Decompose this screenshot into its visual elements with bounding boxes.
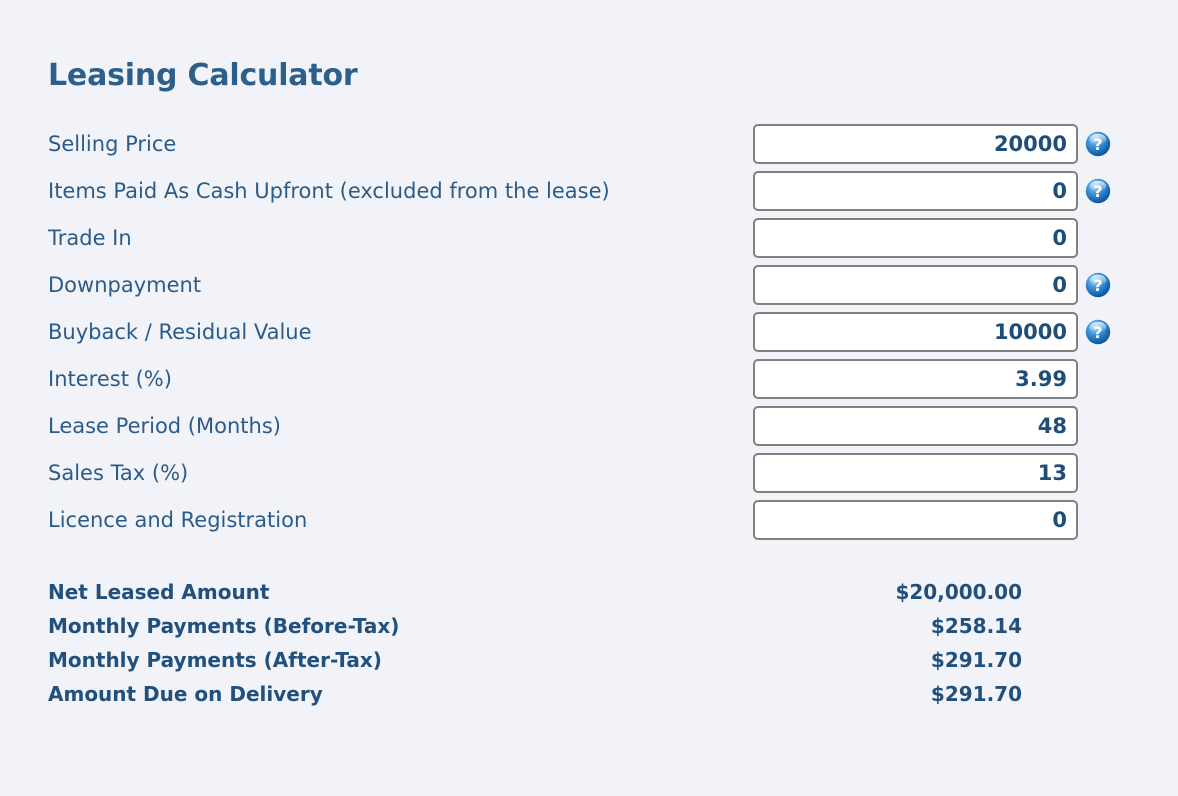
label-downpayment: Downpayment bbox=[48, 273, 202, 297]
svg-text:?: ? bbox=[1093, 276, 1102, 295]
result-row: Monthly Payments (After-Tax) $291.70 bbox=[0, 643, 1178, 677]
input-lease-period-months[interactable] bbox=[753, 406, 1078, 446]
label-licence-and-registration: Licence and Registration bbox=[48, 508, 308, 532]
result-row: Net Leased Amount $20,000.00 bbox=[0, 575, 1178, 609]
help-circle-icon[interactable]: ? bbox=[1085, 131, 1111, 157]
label-lease-period-months: Lease Period (Months) bbox=[48, 414, 281, 438]
field-wrapper: ? bbox=[753, 124, 1111, 164]
calculator-input-form: Selling Price? Items Paid As Cash Upfront… bbox=[0, 124, 1178, 547]
form-row: Interest (%) bbox=[0, 359, 1178, 406]
field-wrapper bbox=[753, 406, 1078, 446]
field-wrapper bbox=[753, 359, 1078, 399]
form-row: Lease Period (Months) bbox=[0, 406, 1178, 453]
result-value-net-leased-amount: $20,000.00 bbox=[895, 580, 1022, 604]
field-wrapper: ? bbox=[753, 265, 1111, 305]
input-items-paid-as-cash-upfront-excluded-from-the-lease[interactable] bbox=[753, 171, 1078, 211]
field-wrapper bbox=[753, 218, 1078, 258]
result-row: Amount Due on Delivery $291.70 bbox=[0, 677, 1178, 711]
result-row: Monthly Payments (Before-Tax) $258.14 bbox=[0, 609, 1178, 643]
help-circle-icon[interactable]: ? bbox=[1085, 319, 1111, 345]
field-wrapper bbox=[753, 500, 1078, 540]
svg-text:?: ? bbox=[1093, 182, 1102, 201]
field-wrapper: ? bbox=[753, 171, 1111, 211]
form-row: Licence and Registration bbox=[0, 500, 1178, 547]
form-row: Items Paid As Cash Upfront (excluded fro… bbox=[0, 171, 1178, 218]
result-label-monthly-payments-before-tax: Monthly Payments (Before-Tax) bbox=[48, 614, 400, 638]
input-trade-in[interactable] bbox=[753, 218, 1078, 258]
result-label-net-leased-amount: Net Leased Amount bbox=[48, 580, 270, 604]
label-interest: Interest (%) bbox=[48, 367, 172, 391]
svg-text:?: ? bbox=[1093, 323, 1102, 342]
help-circle-icon[interactable]: ? bbox=[1085, 178, 1111, 204]
input-licence-and-registration[interactable] bbox=[753, 500, 1078, 540]
input-interest[interactable] bbox=[753, 359, 1078, 399]
result-value-amount-due-on-delivery: $291.70 bbox=[930, 682, 1022, 706]
calculator-results: Net Leased Amount $20,000.00 Monthly Payme… bbox=[0, 575, 1178, 711]
result-value-monthly-payments-before-tax: $258.14 bbox=[930, 614, 1022, 638]
result-label-monthly-payments-after-tax: Monthly Payments (After-Tax) bbox=[48, 648, 382, 672]
input-sales-tax[interactable] bbox=[753, 453, 1078, 493]
help-circle-icon[interactable]: ? bbox=[1085, 272, 1111, 298]
label-buyback-residual-value: Buyback / Residual Value bbox=[48, 320, 312, 344]
form-row: Downpayment? bbox=[0, 265, 1178, 312]
field-wrapper: ? bbox=[753, 312, 1111, 352]
form-row: Buyback / Residual Value? bbox=[0, 312, 1178, 359]
label-selling-price: Selling Price bbox=[48, 132, 177, 156]
input-downpayment[interactable] bbox=[753, 265, 1078, 305]
result-value-monthly-payments-after-tax: $291.70 bbox=[930, 648, 1022, 672]
leasing-calculator-page: Leasing Calculator Selling Price? Items P… bbox=[0, 0, 1178, 796]
label-trade-in: Trade In bbox=[48, 226, 132, 250]
field-wrapper bbox=[753, 453, 1078, 493]
svg-text:?: ? bbox=[1093, 135, 1102, 154]
result-label-amount-due-on-delivery: Amount Due on Delivery bbox=[48, 682, 323, 706]
label-items-paid-as-cash-upfront-excluded-from-the-lease: Items Paid As Cash Upfront (excluded fro… bbox=[48, 179, 610, 203]
label-sales-tax: Sales Tax (%) bbox=[48, 461, 189, 485]
input-selling-price[interactable] bbox=[753, 124, 1078, 164]
form-row: Sales Tax (%) bbox=[0, 453, 1178, 500]
page-title: Leasing Calculator bbox=[48, 58, 358, 93]
form-row: Trade In bbox=[0, 218, 1178, 265]
form-row: Selling Price? bbox=[0, 124, 1178, 171]
input-buyback-residual-value[interactable] bbox=[753, 312, 1078, 352]
